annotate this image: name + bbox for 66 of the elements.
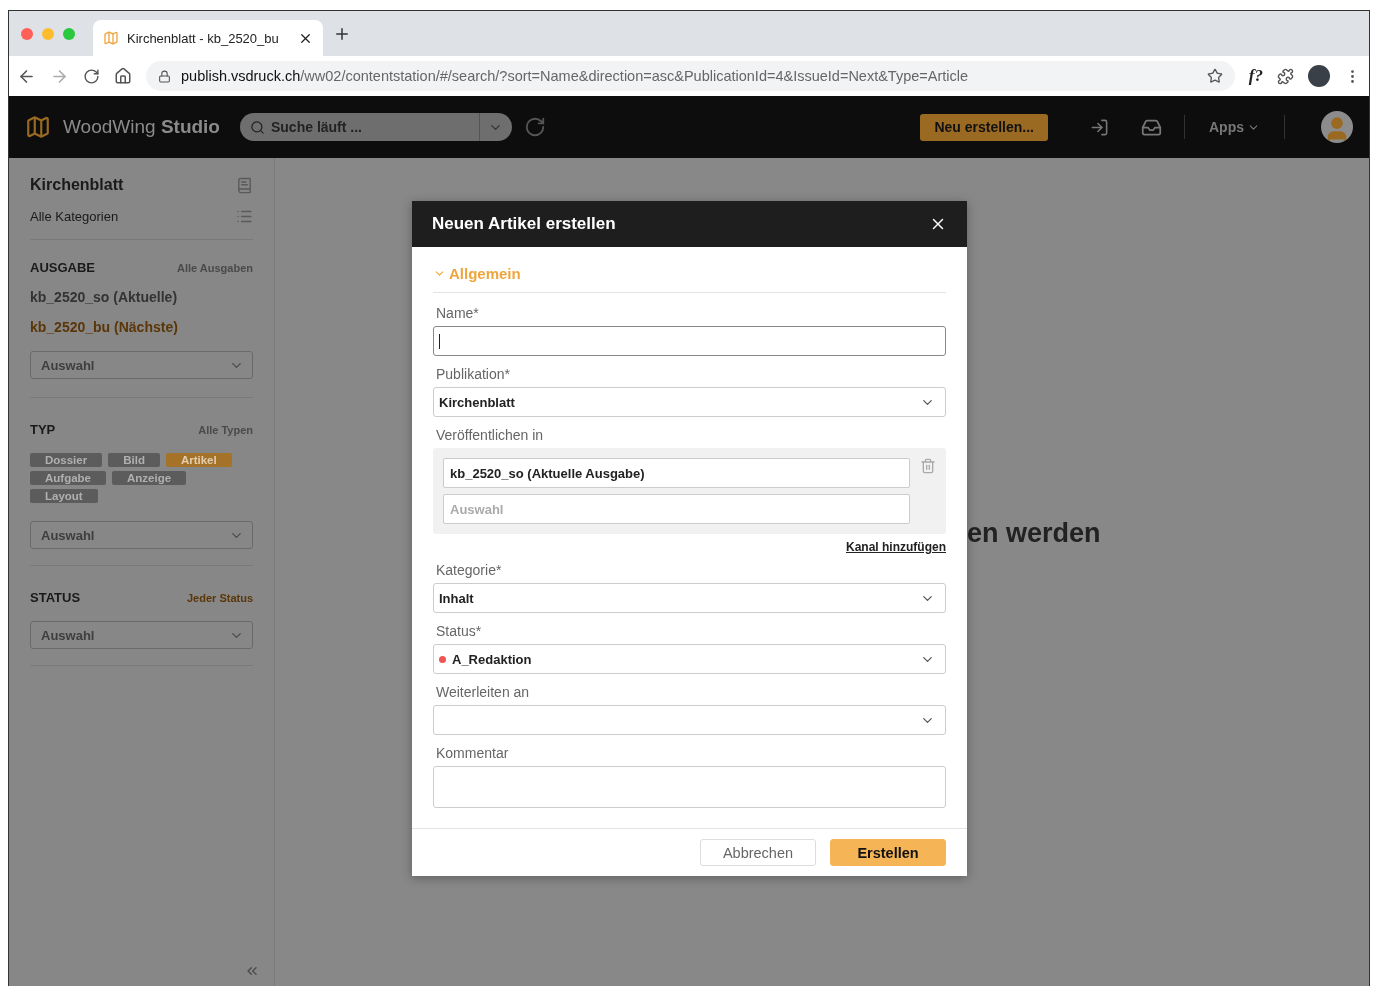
field-label: Veröffentlichen in [436, 427, 545, 443]
section-link[interactable]: Alle Typen [198, 423, 253, 436]
star-icon[interactable] [1206, 68, 1223, 84]
type-tag[interactable]: Anzeige [112, 471, 187, 485]
apps-menu[interactable]: Apps [1209, 119, 1260, 135]
dialog-title: Neuen Artikel erstellen [432, 214, 616, 234]
field-label: Name* [436, 305, 480, 321]
dropdown-field[interactable]: Auswahl [30, 521, 253, 549]
type-tag[interactable]: Dossier [30, 453, 103, 467]
select-field[interactable]: Kirchenblatt [433, 387, 946, 417]
type-tag[interactable]: Artikel [165, 453, 232, 467]
field-label: Kategorie* [436, 562, 503, 578]
map-icon [103, 30, 119, 46]
address-bar[interactable]: publish.vsdruck.ch/ww02/contentstation/#/search/?sort=Name&direction=asc&PublicationId=4&IssueId=Next&Type=Article [146, 61, 1235, 91]
select-field[interactable]: Inhalt [433, 583, 946, 613]
dropdown-field[interactable]: Auswahl [30, 621, 253, 649]
cancel-button[interactable]: Abbrechen [700, 839, 816, 866]
input-field[interactable] [433, 326, 946, 356]
dropdown-field[interactable]: Auswahl [30, 351, 253, 379]
type-tag[interactable]: Aufgabe [30, 471, 106, 485]
logo-icon [25, 114, 51, 140]
dropdown-placeholder: Auswahl [41, 527, 95, 543]
section-header[interactable]: Allgemein [433, 265, 946, 293]
issue-item[interactable]: kb_2520_so (Aktuelle) [30, 289, 253, 305]
browser-tab[interactable]: Kirchenblatt - kb_2520_bu [93, 20, 323, 56]
home-icon[interactable] [114, 67, 132, 85]
channel-field[interactable]: kb_2520_so (Aktuelle Ausgabe) [443, 458, 910, 488]
background-message: en werden [967, 518, 1101, 548]
dropdown-placeholder: Auswahl [41, 357, 95, 373]
section-link[interactable]: Alle Ausgaben [177, 261, 253, 274]
lock-icon [158, 69, 171, 83]
search-icon [250, 119, 265, 135]
section-title: AUSGABE [30, 260, 95, 275]
type-tag[interactable]: Layout [30, 489, 98, 503]
search-field[interactable]: Suche läuft ... [240, 113, 512, 141]
text-cursor [439, 333, 440, 349]
reload-icon[interactable] [83, 67, 100, 85]
field-label: Status* [436, 623, 483, 639]
category-label[interactable]: Alle Kategorien [30, 209, 119, 224]
maximize-window-dot[interactable] [63, 27, 75, 40]
field-label: Weiterleiten an [436, 684, 531, 700]
select-field[interactable] [433, 705, 946, 735]
type-tag[interactable]: Bild [108, 453, 160, 467]
refresh-icon[interactable] [524, 116, 546, 138]
user-avatar[interactable] [1321, 111, 1353, 143]
minimize-window-dot[interactable] [42, 27, 54, 40]
section-title: TYP [30, 422, 56, 437]
section-title: STATUS [30, 590, 81, 605]
field-label: Kommentar [436, 745, 510, 761]
add-channel-link[interactable]: Kanal hinzufügen [846, 540, 946, 554]
comment-field[interactable] [433, 766, 946, 808]
create-button[interactable]: Erstellen [830, 839, 946, 866]
dropdown-placeholder: Auswahl [41, 627, 95, 643]
extension-button[interactable]: f? [1248, 66, 1263, 86]
issue-item[interactable]: kb_2520_bu (Nächste) [30, 319, 253, 335]
close-window-dot[interactable] [21, 27, 33, 40]
new-button[interactable]: Neu erstellen... [920, 113, 1048, 141]
publication-title[interactable]: Kirchenblatt [30, 176, 124, 194]
section-link[interactable]: Jeder Status [186, 591, 253, 604]
puzzle-icon[interactable] [1277, 67, 1294, 85]
brand-name: WoodWing Studio [63, 116, 220, 138]
profile-avatar[interactable] [1308, 65, 1330, 87]
select-field[interactable]: A_Redaktion [433, 644, 946, 674]
field-label: Publikation* [436, 366, 511, 382]
sign-in-icon[interactable] [1090, 117, 1109, 137]
channel-select-field[interactable]: Auswahl [443, 494, 910, 524]
